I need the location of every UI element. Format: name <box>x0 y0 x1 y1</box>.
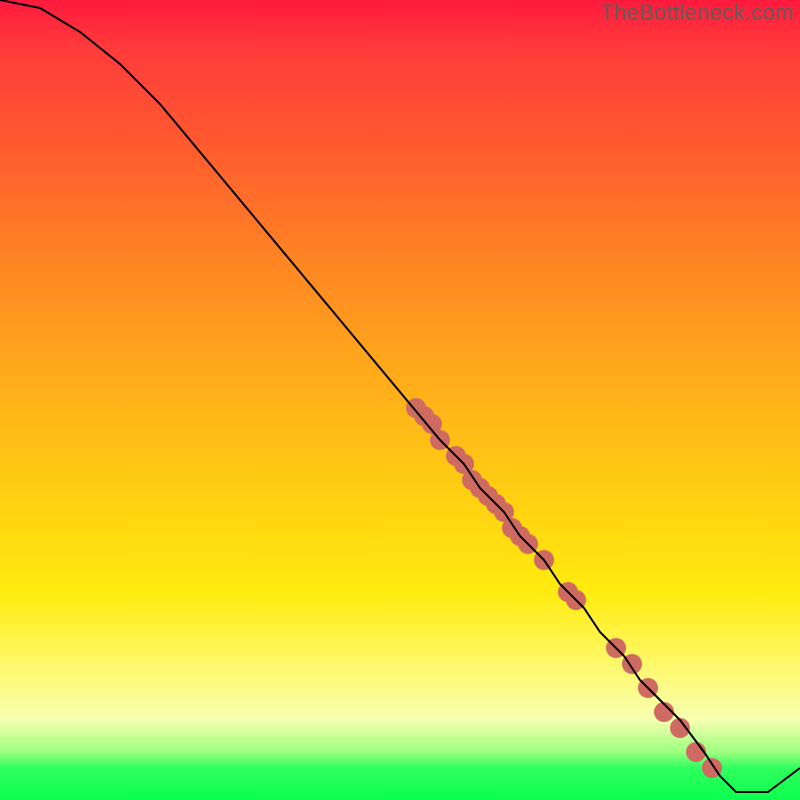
bottleneck-chart: TheBottleneck.com <box>0 0 800 800</box>
bottleneck-curve <box>0 0 800 792</box>
watermark-text: TheBottleneck.com <box>601 0 794 26</box>
plot-svg <box>0 0 800 800</box>
